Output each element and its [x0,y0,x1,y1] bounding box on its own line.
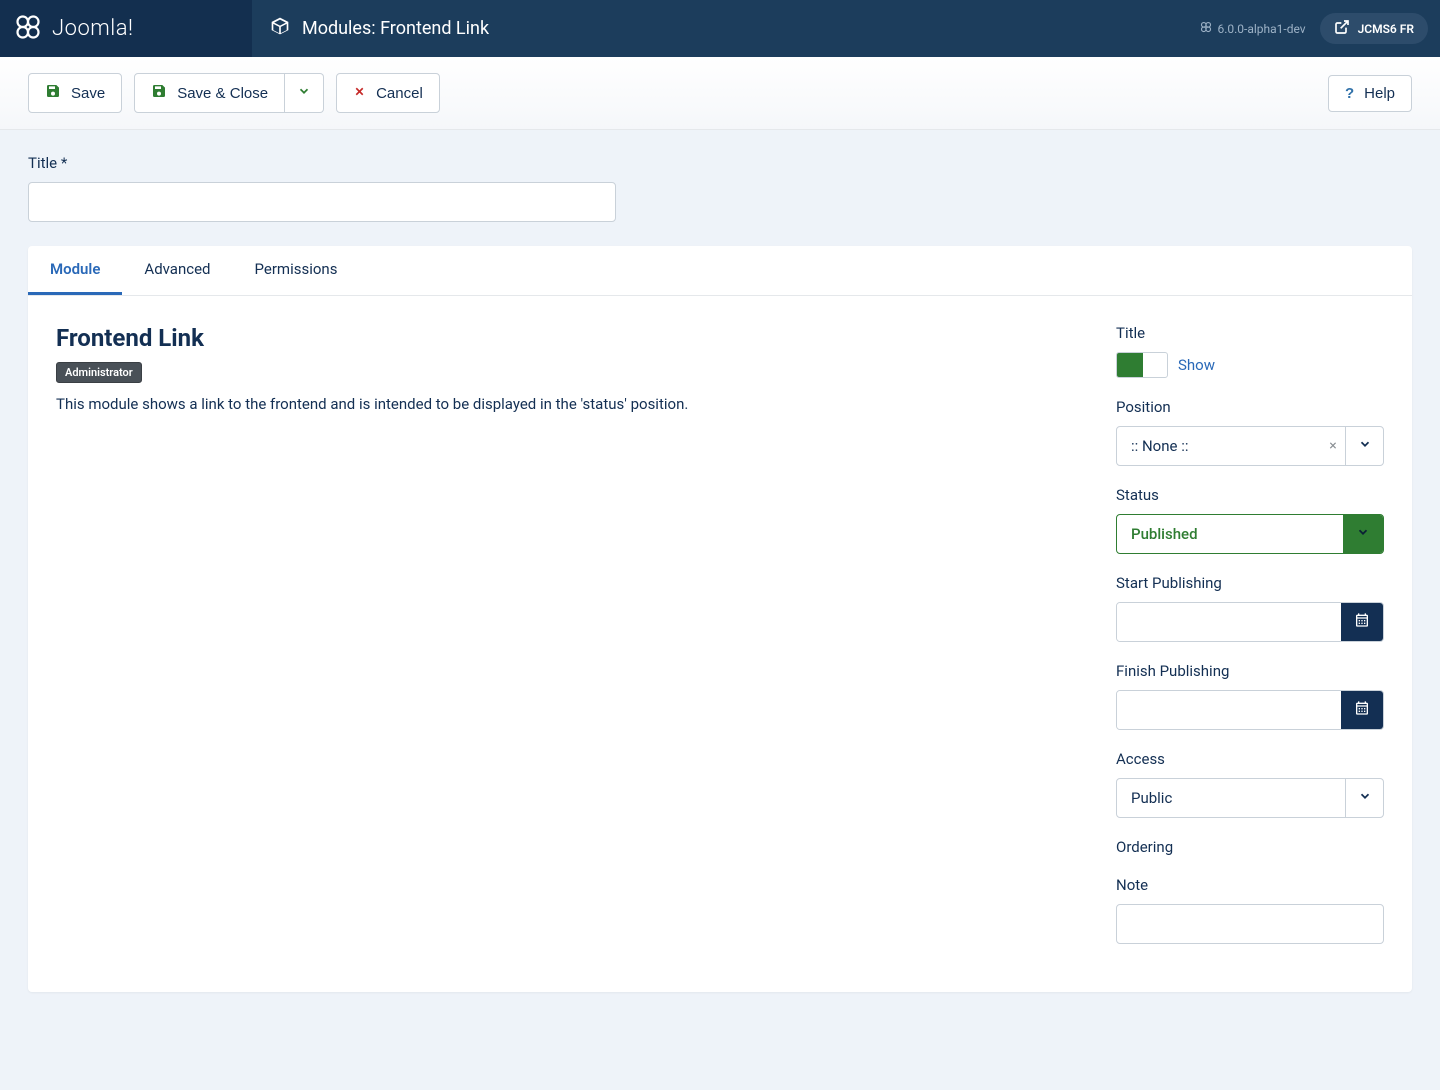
cancel-label: Cancel [376,85,423,102]
title-input[interactable] [28,182,616,222]
field-position: Position :: None :: × [1116,398,1384,466]
access-dropdown-toggle[interactable] [1345,779,1383,817]
save-close-button[interactable]: Save & Close [134,73,285,113]
chevron-down-icon [297,84,311,102]
brand-text: Joomla! [52,16,134,41]
position-select[interactable]: :: None :: × [1116,426,1384,466]
version-text: 6.0.0-alpha1-dev [1217,22,1305,36]
save-close-group: Save & Close [134,73,324,113]
ordering-label: Ordering [1116,838,1384,856]
chevron-down-icon [1358,437,1372,455]
field-note: Note [1116,876,1384,944]
field-ordering: Ordering [1116,838,1384,856]
note-label: Note [1116,876,1384,894]
close-icon [353,85,366,102]
chevron-down-icon [1358,789,1372,807]
field-status: Status Published [1116,486,1384,554]
status-value: Published [1117,515,1343,553]
logo-section[interactable]: Joomla! [0,0,252,57]
main-column: Frontend Link Administrator This module … [56,324,1076,964]
open-site-button[interactable]: JCMS6 FR [1320,13,1428,44]
external-link-icon [1334,19,1350,38]
tab-permissions[interactable]: Permissions [233,246,360,295]
status-label: Status [1116,486,1384,504]
save-label: Save [71,85,105,102]
start-publishing-calendar-button[interactable] [1341,603,1383,641]
title-toggle-text: Show [1178,356,1215,374]
tabs: Module Advanced Permissions [28,246,1412,296]
position-dropdown-toggle[interactable] [1345,427,1383,465]
access-label: Access [1116,750,1384,768]
save-button[interactable]: Save [28,73,122,113]
module-badge: Administrator [56,362,142,383]
title-label: Title * [28,154,1412,172]
joomla-small-icon [1200,21,1212,36]
tab-advanced[interactable]: Advanced [122,246,232,295]
start-publishing-wrap [1116,602,1384,642]
start-publishing-input[interactable] [1117,603,1341,641]
field-start-publishing: Start Publishing [1116,574,1384,642]
save-close-dropdown[interactable] [285,73,324,113]
title-toggle[interactable] [1116,352,1168,378]
status-dropdown-toggle[interactable] [1343,515,1383,553]
calendar-icon [1354,612,1370,632]
content-area: Title * Module Advanced Permissions Fron… [0,130,1440,1016]
position-label: Position [1116,398,1384,416]
app-header: Joomla! Modules: Frontend Link 6.0.0-alp… [0,0,1440,57]
field-access: Access Public [1116,750,1384,818]
site-name: JCMS6 FR [1358,22,1414,36]
start-publishing-label: Start Publishing [1116,574,1384,592]
field-finish-publishing: Finish Publishing [1116,662,1384,730]
help-button[interactable]: ? Help [1328,75,1412,112]
help-label: Help [1364,85,1395,102]
access-value: Public [1117,779,1345,817]
finish-publishing-calendar-button[interactable] [1341,691,1383,729]
sidebar-column: Title Show Position :: None :: × [1116,324,1384,964]
module-description: This module shows a link to the frontend… [56,393,1076,416]
page-heading: Modules: Frontend Link [252,16,1200,41]
title-toggle-label: Title [1116,324,1384,342]
tab-content: Frontend Link Administrator This module … [28,296,1412,992]
save-icon [45,83,61,103]
toolbar-left: Save Save & Close Cancel [28,73,440,113]
finish-publishing-label: Finish Publishing [1116,662,1384,680]
calendar-icon [1354,700,1370,720]
cube-icon [270,16,290,41]
access-select[interactable]: Public [1116,778,1384,818]
save-icon [151,83,167,103]
tab-module[interactable]: Module [28,246,122,295]
help-icon: ? [1345,85,1354,102]
cancel-button[interactable]: Cancel [336,73,440,113]
save-close-label: Save & Close [177,85,268,102]
position-value: :: None :: [1117,427,1321,465]
toolbar: Save Save & Close Cancel ? Help [0,57,1440,130]
joomla-logo-icon [14,13,42,45]
finish-publishing-input[interactable] [1117,691,1341,729]
tabs-container: Module Advanced Permissions Frontend Lin… [28,246,1412,992]
title-field: Title * [28,154,1412,222]
position-clear[interactable]: × [1321,427,1345,465]
header-right: 6.0.0-alpha1-dev JCMS6 FR [1200,13,1440,44]
field-title-toggle: Title Show [1116,324,1384,378]
status-select[interactable]: Published [1116,514,1384,554]
finish-publishing-wrap [1116,690,1384,730]
module-heading: Frontend Link [56,324,1076,352]
note-input[interactable] [1116,904,1384,944]
version-label: 6.0.0-alpha1-dev [1200,21,1305,36]
chevron-down-icon [1356,525,1370,543]
page-title: Modules: Frontend Link [302,18,489,39]
toggle-indicator [1117,353,1143,377]
